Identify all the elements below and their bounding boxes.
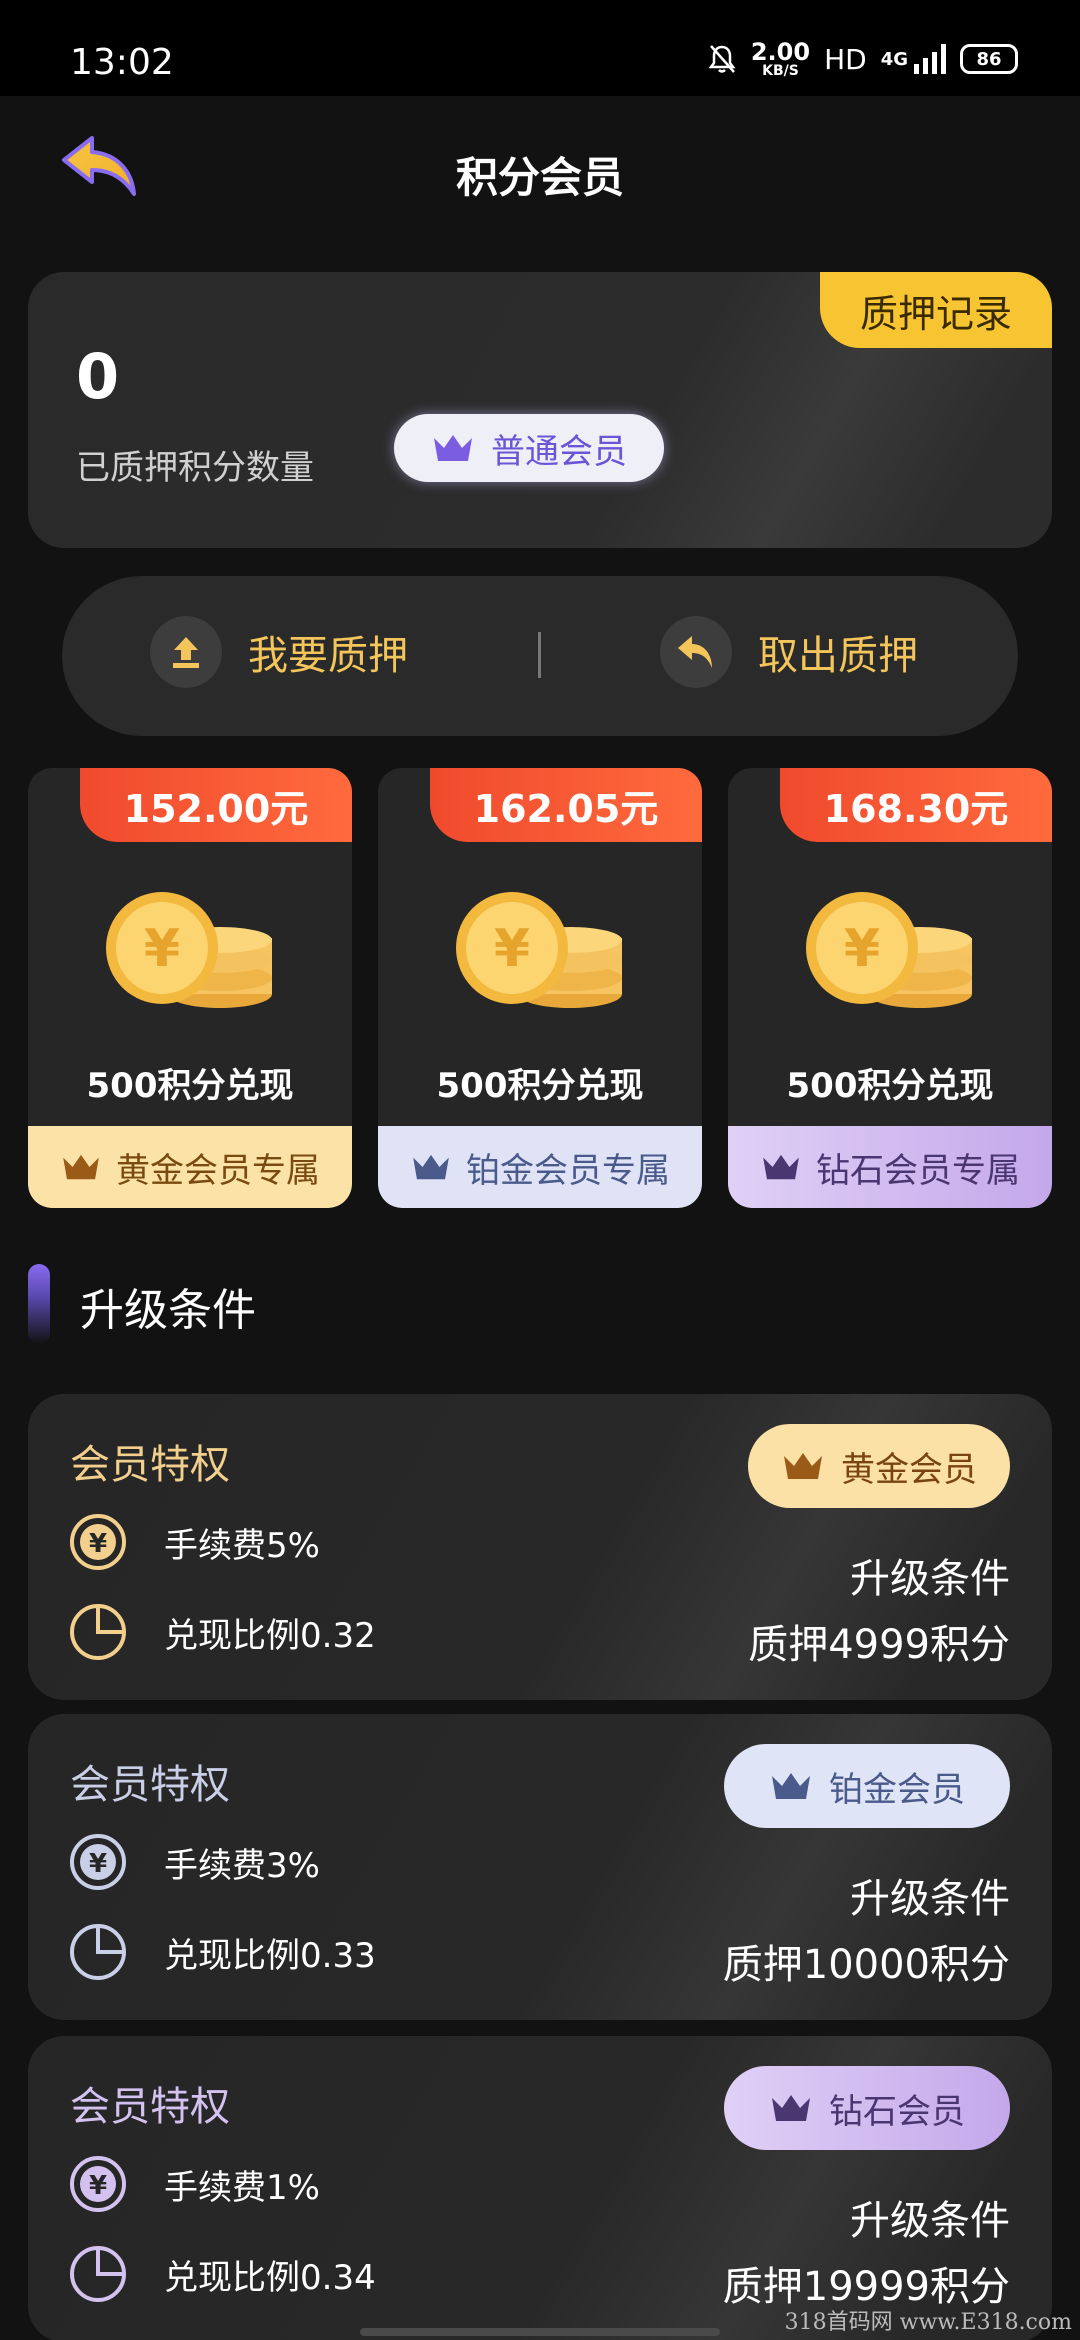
perk-ratio: 兑现比例0.33 <box>68 1922 376 1982</box>
offer-card[interactable]: 162.05元 ¥ 500积分兑现 铂金会员专属 <box>378 768 702 1208</box>
upgrade-condition-label: 升级条件 <box>850 1556 1010 1602</box>
offer-tier-tag: 黄金会员专属 <box>28 1126 352 1208</box>
mute-bell-icon <box>708 45 736 73</box>
tier-badge-label: 钻石会员 <box>829 2091 965 2132</box>
svg-text:¥: ¥ <box>144 919 180 979</box>
withdraw-pledge-label: 取出质押 <box>758 633 918 679</box>
return-arrow-icon <box>660 616 732 688</box>
offer-tier-label: 钻石会员专属 <box>816 1150 1020 1191</box>
coin-stack-icon: ¥ <box>106 892 272 1008</box>
upgrade-condition-value: 质押4999积分 <box>748 1622 1010 1668</box>
offer-description: 500积分兑现 <box>786 1066 994 1106</box>
crown-icon <box>772 2095 810 2121</box>
offer-tier-label: 铂金会员专属 <box>466 1150 670 1191</box>
pie-chart-icon <box>70 1924 126 1980</box>
section-accent-bar <box>28 1264 50 1344</box>
perk-fee: ¥ 手续费3% <box>68 1832 320 1892</box>
tier-title: 会员特权 <box>70 1762 230 1808</box>
battery-level: 86 <box>976 48 1002 70</box>
perk-fee-label: 手续费5% <box>164 1525 320 1566</box>
tier-badge-label: 铂金会员 <box>829 1769 965 1810</box>
offer-price: 152.00元 <box>80 768 352 842</box>
hd-label: HD <box>824 42 867 76</box>
network-speed: 2.00 KB/S <box>751 40 810 78</box>
yen-coin-icon: ¥ <box>70 2156 126 2212</box>
home-indicator[interactable] <box>360 2328 720 2336</box>
yen-coin-icon: ¥ <box>70 1514 126 1570</box>
tier-title: 会员特权 <box>70 1442 230 1488</box>
perk-ratio-label: 兑现比例0.34 <box>164 2257 376 2298</box>
perk-fee-label: 手续费3% <box>164 1845 320 1886</box>
watermark: 318首码网 www.E318.com <box>784 2310 1072 2335</box>
upgrade-condition-value: 质押10000积分 <box>722 1942 1010 1988</box>
pie-chart-icon <box>70 2246 126 2302</box>
perk-ratio: 兑现比例0.34 <box>68 2244 376 2304</box>
upgrade-condition-label: 升级条件 <box>850 1876 1010 1922</box>
svg-text:¥: ¥ <box>89 2171 107 2201</box>
offer-price: 168.30元 <box>780 768 1052 842</box>
offer-tier-label: 黄金会员专属 <box>116 1150 320 1191</box>
signal-icon <box>914 44 946 74</box>
perk-ratio-label: 兑现比例0.32 <box>164 1615 376 1656</box>
perk-fee: ¥ 手续费1% <box>68 2154 320 2214</box>
tier-card-diamond: 会员特权 ¥ 手续费1% 兑现比例0.34 钻石会员 升级条件 质押19999积… <box>28 2036 1052 2340</box>
upgrade-condition-label: 升级条件 <box>850 2198 1010 2244</box>
network-type: 4G <box>880 48 908 70</box>
speed-value: 2.00 <box>750 38 811 66</box>
pledge-action-bar: 我要质押 取出质押 <box>62 576 1018 736</box>
tier-card-gold: 会员特权 ¥ 手续费5% 兑现比例0.32 黄金会员 升级条件 质押4999积分 <box>28 1394 1052 1700</box>
pledge-record-button[interactable]: 质押记录 <box>820 272 1052 348</box>
coin-stack-icon: ¥ <box>806 892 972 1008</box>
upload-icon <box>150 616 222 688</box>
header: 积分会员 <box>0 96 1080 236</box>
tier-badge-gold: 黄金会员 <box>748 1424 1010 1508</box>
crown-icon <box>763 1154 799 1180</box>
crown-icon <box>772 1773 810 1799</box>
pie-chart-icon <box>70 1604 126 1660</box>
speed-unit: KB/S <box>762 63 799 79</box>
pledge-button-label: 我要质押 <box>248 633 408 679</box>
pledge-button[interactable]: 我要质押 <box>150 616 408 688</box>
section-title: 升级条件 <box>80 1285 256 1336</box>
tier-badge-platinum: 铂金会员 <box>724 1744 1010 1828</box>
offer-price: 162.05元 <box>430 768 702 842</box>
offer-tier-tag: 铂金会员专属 <box>378 1126 702 1208</box>
tier-badge-diamond: 钻石会员 <box>724 2066 1010 2150</box>
pledge-summary-card: 质押记录 0 已质押积分数量 普通会员 <box>28 272 1052 548</box>
perk-fee-label: 手续费1% <box>164 2167 320 2208</box>
svg-text:¥: ¥ <box>844 919 880 979</box>
status-time: 13:02 <box>70 42 174 83</box>
offer-description: 500积分兑现 <box>436 1066 644 1106</box>
action-divider <box>538 632 541 678</box>
offer-tier-tag: 钻石会员专属 <box>728 1126 1052 1208</box>
pledged-points-label: 已质押积分数量 <box>76 448 314 488</box>
offer-description: 500积分兑现 <box>86 1066 294 1106</box>
pledged-points-value: 0 <box>76 340 120 413</box>
tier-card-platinum: 会员特权 ¥ 手续费3% 兑现比例0.33 铂金会员 升级条件 质押10000积… <box>28 1714 1052 2020</box>
offer-card[interactable]: 168.30元 ¥ 500积分兑现 钻石会员专属 <box>728 768 1052 1208</box>
member-level-label: 普通会员 <box>491 431 627 472</box>
perk-ratio-label: 兑现比例0.33 <box>164 1935 376 1976</box>
member-level-badge: 普通会员 <box>394 414 664 482</box>
status-bar: 13:02 2.00 KB/S HD 4G 86 <box>0 0 1080 96</box>
tier-badge-label: 黄金会员 <box>841 1449 977 1490</box>
page-title: 积分会员 <box>455 153 624 202</box>
offer-card[interactable]: 152.00元 ¥ 500积分兑现 黄金会员专属 <box>28 768 352 1208</box>
crown-icon <box>434 435 472 461</box>
crown-icon <box>784 1453 822 1479</box>
crown-icon <box>63 1154 99 1180</box>
perk-ratio: 兑现比例0.32 <box>68 1602 376 1662</box>
yen-coin-icon: ¥ <box>70 1834 126 1890</box>
svg-text:¥: ¥ <box>494 919 530 979</box>
crown-icon <box>413 1154 449 1180</box>
withdraw-pledge-button[interactable]: 取出质押 <box>660 616 918 688</box>
svg-text:¥: ¥ <box>89 1529 107 1559</box>
perk-fee: ¥ 手续费5% <box>68 1512 320 1572</box>
coin-stack-icon: ¥ <box>456 892 622 1008</box>
tier-title: 会员特权 <box>70 2084 230 2130</box>
status-icons: 2.00 KB/S HD 4G 86 <box>707 40 1018 78</box>
battery-icon: 86 <box>960 44 1018 74</box>
svg-text:¥: ¥ <box>89 1849 107 1879</box>
